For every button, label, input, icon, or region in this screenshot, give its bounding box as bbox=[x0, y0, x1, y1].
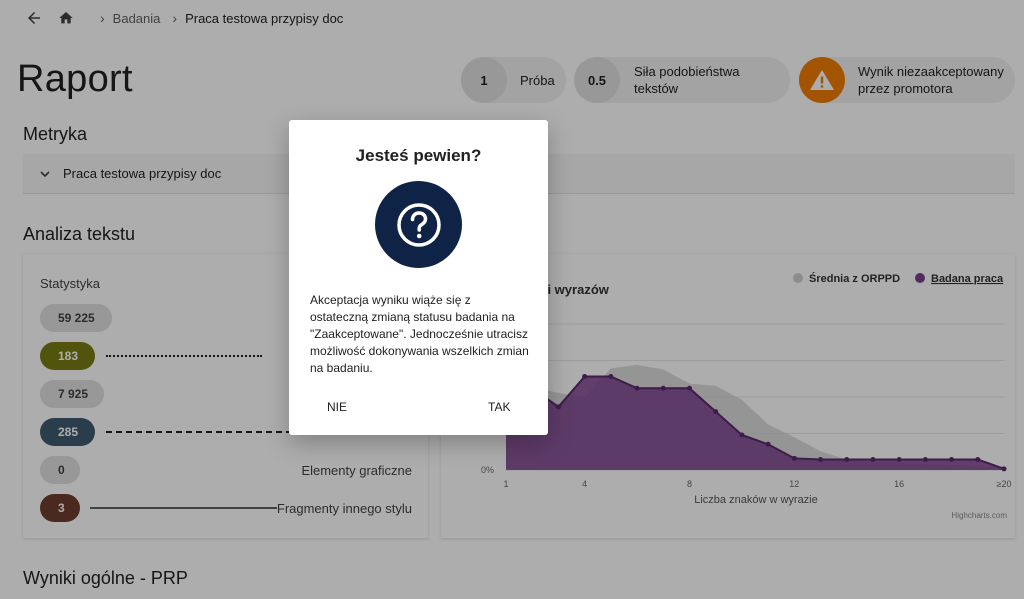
cancel-button[interactable]: NIE bbox=[327, 400, 347, 414]
dialog-title: Jesteś pewien? bbox=[355, 146, 482, 165]
confirm-dialog: Jesteś pewien? Akceptacja wyniku wiąże s… bbox=[289, 120, 548, 435]
question-icon bbox=[375, 181, 462, 268]
confirm-button[interactable]: TAK bbox=[488, 400, 510, 414]
dialog-message: Akceptacja wyniku wiąże się z ostateczną… bbox=[310, 293, 529, 375]
